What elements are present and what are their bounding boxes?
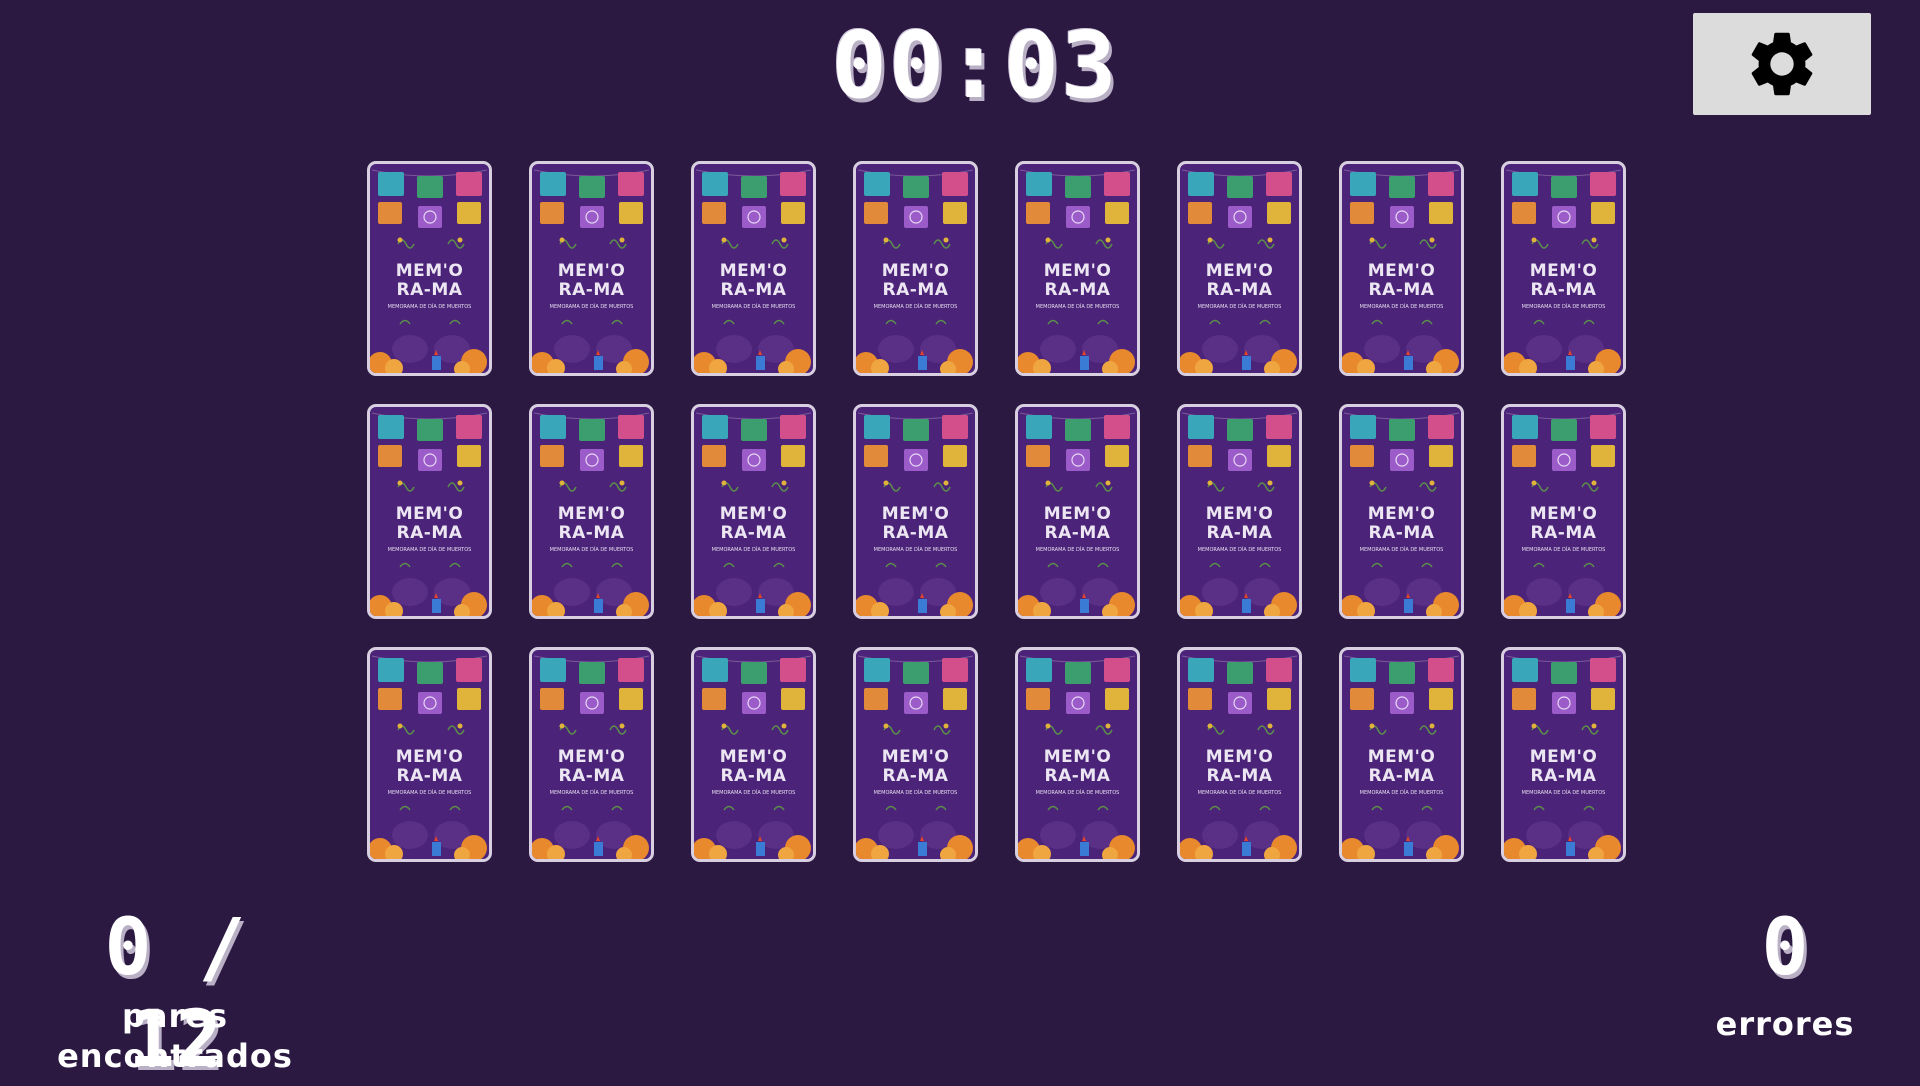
memory-card[interactable]: MEM'O RA-MA MEMORAMA DE DÍA DE MUERTOS (691, 161, 816, 376)
card-subtitle: MEMORAMA DE DÍA DE MUERTOS (387, 304, 472, 310)
card-title: MEM'O RA-MA (1205, 504, 1274, 543)
card-subtitle: MEMORAMA DE DÍA DE MUERTOS (873, 547, 958, 553)
memory-card[interactable]: MEM'O RA-MA MEMORAMA DE DÍA DE MUERTOS (853, 647, 978, 862)
card-subtitle: MEMORAMA DE DÍA DE MUERTOS (1521, 790, 1606, 796)
pairs-label-line2: encontrados (57, 1037, 293, 1075)
card-title: MEM'O RA-MA (1529, 261, 1598, 300)
card-title: MEM'O RA-MA (1205, 747, 1274, 786)
card-title: MEM'O RA-MA (881, 261, 950, 300)
pairs-label-line1: pares (121, 997, 229, 1035)
card-subtitle: MEMORAMA DE DÍA DE MUERTOS (1035, 304, 1120, 310)
card-subtitle: MEMORAMA DE DÍA DE MUERTOS (873, 304, 958, 310)
errors-counter: 0 (1761, 903, 1809, 993)
memory-card[interactable]: MEM'O RA-MA MEMORAMA DE DÍA DE MUERTOS (1177, 647, 1302, 862)
card-subtitle: MEMORAMA DE DÍA DE MUERTOS (711, 304, 796, 310)
memory-card[interactable]: MEM'O RA-MA MEMORAMA DE DÍA DE MUERTOS (1177, 404, 1302, 619)
card-title: MEM'O RA-MA (719, 261, 788, 300)
card-title: MEM'O RA-MA (1043, 747, 1112, 786)
memory-card[interactable]: MEM'O RA-MA MEMORAMA DE DÍA DE MUERTOS (367, 647, 492, 862)
memory-card[interactable]: MEM'O RA-MA MEMORAMA DE DÍA DE MUERTOS (367, 404, 492, 619)
memory-card[interactable]: MEM'O RA-MA MEMORAMA DE DÍA DE MUERTOS (1501, 161, 1626, 376)
memory-card[interactable]: MEM'O RA-MA MEMORAMA DE DÍA DE MUERTOS (1177, 161, 1302, 376)
card-subtitle: MEMORAMA DE DÍA DE MUERTOS (1359, 547, 1444, 553)
card-subtitle: MEMORAMA DE DÍA DE MUERTOS (1197, 790, 1282, 796)
card-subtitle: MEMORAMA DE DÍA DE MUERTOS (1035, 790, 1120, 796)
card-title: MEM'O RA-MA (719, 747, 788, 786)
timer: 00:03 (831, 12, 1119, 119)
card-subtitle: MEMORAMA DE DÍA DE MUERTOS (1359, 304, 1444, 310)
memory-card[interactable]: MEM'O RA-MA MEMORAMA DE DÍA DE MUERTOS (853, 161, 978, 376)
memory-card[interactable]: MEM'O RA-MA MEMORAMA DE DÍA DE MUERTOS (691, 404, 816, 619)
memory-card[interactable]: MEM'O RA-MA MEMORAMA DE DÍA DE MUERTOS (1501, 647, 1626, 862)
card-subtitle: MEMORAMA DE DÍA DE MUERTOS (549, 790, 634, 796)
card-subtitle: MEMORAMA DE DÍA DE MUERTOS (873, 790, 958, 796)
gear-icon (1751, 32, 1813, 96)
memory-card[interactable]: MEM'O RA-MA MEMORAMA DE DÍA DE MUERTOS (1501, 404, 1626, 619)
card-title: MEM'O RA-MA (1367, 504, 1436, 543)
pairs-found-label: pares encontrados (40, 996, 310, 1076)
card-subtitle: MEMORAMA DE DÍA DE MUERTOS (387, 790, 472, 796)
card-title: MEM'O RA-MA (1529, 504, 1598, 543)
card-title: MEM'O RA-MA (881, 747, 950, 786)
memory-card[interactable]: MEM'O RA-MA MEMORAMA DE DÍA DE MUERTOS (1015, 161, 1140, 376)
card-title: MEM'O RA-MA (881, 504, 950, 543)
errors-label: errores (1715, 1005, 1855, 1043)
memory-card[interactable]: MEM'O RA-MA MEMORAMA DE DÍA DE MUERTOS (529, 647, 654, 862)
card-subtitle: MEMORAMA DE DÍA DE MUERTOS (711, 547, 796, 553)
card-title: MEM'O RA-MA (395, 261, 464, 300)
card-title: MEM'O RA-MA (1367, 261, 1436, 300)
card-title: MEM'O RA-MA (1043, 261, 1112, 300)
memory-card[interactable]: MEM'O RA-MA MEMORAMA DE DÍA DE MUERTOS (1015, 404, 1140, 619)
card-subtitle: MEMORAMA DE DÍA DE MUERTOS (711, 790, 796, 796)
settings-button[interactable] (1693, 13, 1871, 115)
memory-card[interactable]: MEM'O RA-MA MEMORAMA DE DÍA DE MUERTOS (1339, 161, 1464, 376)
card-title: MEM'O RA-MA (557, 504, 626, 543)
card-title: MEM'O RA-MA (1205, 261, 1274, 300)
memory-card[interactable]: MEM'O RA-MA MEMORAMA DE DÍA DE MUERTOS (853, 404, 978, 619)
card-title: MEM'O RA-MA (1367, 747, 1436, 786)
card-title: MEM'O RA-MA (1043, 504, 1112, 543)
card-grid: MEM'O RA-MA MEMORAMA DE DÍA DE MUERTOS M… (367, 161, 1626, 862)
card-title: MEM'O RA-MA (557, 261, 626, 300)
memory-card[interactable]: MEM'O RA-MA MEMORAMA DE DÍA DE MUERTOS (529, 161, 654, 376)
card-subtitle: MEMORAMA DE DÍA DE MUERTOS (549, 304, 634, 310)
card-subtitle: MEMORAMA DE DÍA DE MUERTOS (1359, 790, 1444, 796)
card-title: MEM'O RA-MA (1529, 747, 1598, 786)
memory-card[interactable]: MEM'O RA-MA MEMORAMA DE DÍA DE MUERTOS (691, 647, 816, 862)
card-subtitle: MEMORAMA DE DÍA DE MUERTOS (1197, 547, 1282, 553)
memory-card[interactable]: MEM'O RA-MA MEMORAMA DE DÍA DE MUERTOS (367, 161, 492, 376)
card-title: MEM'O RA-MA (557, 747, 626, 786)
card-subtitle: MEMORAMA DE DÍA DE MUERTOS (1035, 547, 1120, 553)
card-title: MEM'O RA-MA (395, 504, 464, 543)
card-subtitle: MEMORAMA DE DÍA DE MUERTOS (549, 547, 634, 553)
card-subtitle: MEMORAMA DE DÍA DE MUERTOS (1197, 304, 1282, 310)
card-subtitle: MEMORAMA DE DÍA DE MUERTOS (387, 547, 472, 553)
card-subtitle: MEMORAMA DE DÍA DE MUERTOS (1521, 547, 1606, 553)
card-subtitle: MEMORAMA DE DÍA DE MUERTOS (1521, 304, 1606, 310)
memory-card[interactable]: MEM'O RA-MA MEMORAMA DE DÍA DE MUERTOS (1339, 404, 1464, 619)
memory-card[interactable]: MEM'O RA-MA MEMORAMA DE DÍA DE MUERTOS (1339, 647, 1464, 862)
card-title: MEM'O RA-MA (719, 504, 788, 543)
memory-card[interactable]: MEM'O RA-MA MEMORAMA DE DÍA DE MUERTOS (1015, 647, 1140, 862)
memory-card[interactable]: MEM'O RA-MA MEMORAMA DE DÍA DE MUERTOS (529, 404, 654, 619)
card-title: MEM'O RA-MA (395, 747, 464, 786)
